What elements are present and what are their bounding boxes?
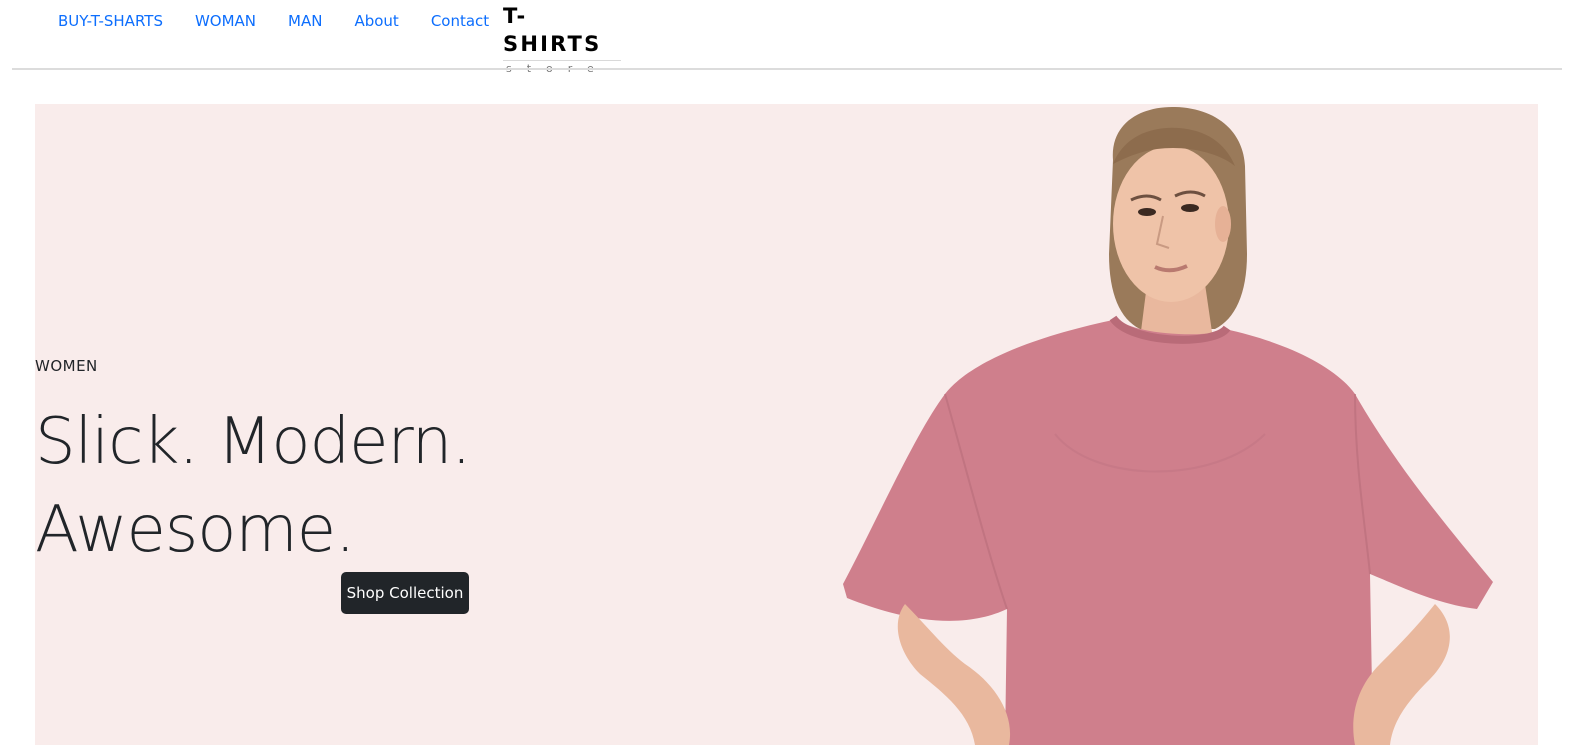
nav-link-contact[interactable]: Contact bbox=[415, 9, 505, 33]
top-navbar: BUY-T-SHARTS WOMAN MAN About Contact T-S… bbox=[0, 0, 1578, 75]
hero-headline-line1: Slick. Modern. bbox=[35, 405, 472, 479]
nav-link-man[interactable]: MAN bbox=[272, 9, 338, 33]
logo-wordmark: T-SHIRTS bbox=[503, 4, 602, 56]
shop-collection-button[interactable]: Shop Collection bbox=[341, 572, 469, 614]
nav-link-buy-t-sharts[interactable]: BUY-T-SHARTS bbox=[42, 9, 179, 33]
model-image bbox=[843, 106, 1493, 745]
hero-headline: Slick. Modern. Awesome. bbox=[35, 398, 775, 574]
nav-item-man: MAN bbox=[272, 9, 338, 33]
nav-link-about[interactable]: About bbox=[338, 9, 414, 33]
nav-item-contact: Contact bbox=[415, 9, 505, 33]
nav-item-buy-t-sharts: BUY-T-SHARTS bbox=[42, 9, 179, 33]
nav-item-woman: WOMAN bbox=[179, 9, 272, 33]
nav-links: BUY-T-SHARTS WOMAN MAN About Contact bbox=[42, 9, 505, 33]
model-arm-left bbox=[897, 604, 1011, 745]
header-divider bbox=[12, 68, 1562, 70]
site-logo[interactable]: T-SHIRTS store bbox=[503, 2, 621, 77]
hero-banner: WOMEN Slick. Modern. Awesome. Shop Colle… bbox=[35, 104, 1538, 745]
nav-link-woman[interactable]: WOMAN bbox=[179, 9, 272, 33]
nav-item-about: About bbox=[338, 9, 414, 33]
hero-kicker: WOMEN bbox=[35, 357, 98, 375]
hero-headline-line2: Awesome. bbox=[35, 493, 355, 567]
model-face bbox=[1113, 146, 1229, 302]
